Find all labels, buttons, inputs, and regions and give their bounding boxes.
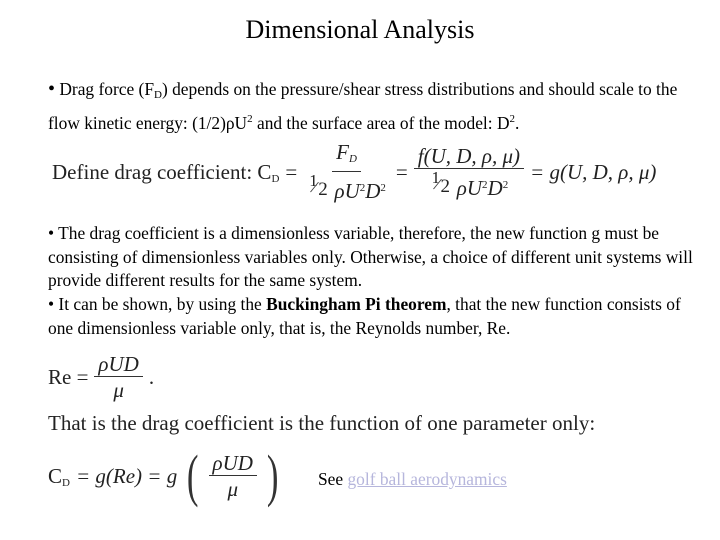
one-parameter-sentence: That is the drag coefficient is the func… — [48, 411, 595, 436]
denominator: μ — [227, 476, 239, 501]
text: F — [336, 140, 349, 164]
left-paren: ( — [187, 443, 199, 508]
text: and the surface area of the model: D — [252, 112, 510, 133]
one-half: 1/2 — [308, 171, 328, 200]
text: Drag force (F — [55, 79, 155, 99]
re-lhs: Re = — [48, 365, 89, 389]
numerator: f(U, D, ρ, μ) — [413, 144, 525, 169]
fraction-fd: FD 1/2 ρU2D2 — [303, 140, 390, 204]
text: Define drag coefficient: C — [52, 159, 272, 184]
cd-function-equation: CD = g(Re) = g ( ρUD μ ) — [48, 447, 282, 505]
text: ρU — [334, 179, 360, 203]
define-label: Define drag coefficient: CD — [52, 160, 279, 185]
bullet-icon: • — [48, 78, 56, 100]
numerator: FD — [332, 140, 361, 172]
fraction-f: f(U, D, ρ, μ) 1/2 ρU2D2 — [413, 144, 525, 201]
denominator: 1/2 ρU2D2 — [303, 171, 390, 204]
text: • It can be shown, by using the — [48, 294, 267, 314]
paragraph-buckingham: • It can be shown, by using the Buckingh… — [48, 293, 708, 340]
superscript: 2 — [502, 178, 509, 191]
numerator: ρUD — [94, 352, 143, 377]
see-label: See — [318, 469, 344, 489]
superscript: 2 — [380, 182, 386, 194]
denominator: μ — [113, 378, 124, 402]
equals-sign: = — [395, 159, 408, 184]
period: . — [148, 365, 155, 389]
text: . — [515, 112, 520, 133]
see-link-line: See golf ball aerodynamics — [318, 469, 507, 490]
page-title: Dimensional Analysis — [245, 15, 475, 44]
rhs-g: = g(U, D, ρ, μ) — [530, 159, 657, 184]
text: D — [365, 179, 381, 203]
subscript: D — [271, 172, 280, 185]
subscript: D — [154, 89, 162, 101]
subscript: D — [62, 476, 70, 489]
drag-coefficient-equation: Define drag coefficient: CD = FD 1/2 ρU2… — [52, 140, 657, 204]
text: D — [487, 175, 503, 200]
equals-sign: = — [285, 159, 298, 184]
text: C — [48, 463, 63, 488]
right-paren: ) — [266, 443, 279, 508]
fraction-reynolds: ρUD μ — [94, 352, 143, 403]
numerator: ρUD — [208, 451, 257, 476]
reynolds-equation: Re = ρUD μ . — [48, 352, 154, 403]
one-half: 1/2 — [431, 167, 451, 197]
fraction-reynolds: ρUD μ — [208, 451, 257, 502]
buckingham-pi-theorem: Buckingham Pi theorem — [266, 294, 447, 314]
paragraph-dimensionless: • The drag coefficient is a dimensionles… — [48, 223, 693, 290]
subscript: D — [349, 153, 357, 165]
g-of-re: = g(Re) = g — [75, 463, 178, 488]
text: That is the drag coefficient is the func… — [48, 411, 596, 435]
denominator: 1/2 ρU2D2 — [426, 167, 513, 201]
cd-lhs: CD — [48, 464, 70, 489]
golf-ball-aerodynamics-link[interactable]: golf ball aerodynamics — [347, 469, 506, 489]
paragraph-drag-force: • Drag force (FD) depends on the pressur… — [48, 78, 708, 135]
text: ρU — [456, 175, 483, 200]
